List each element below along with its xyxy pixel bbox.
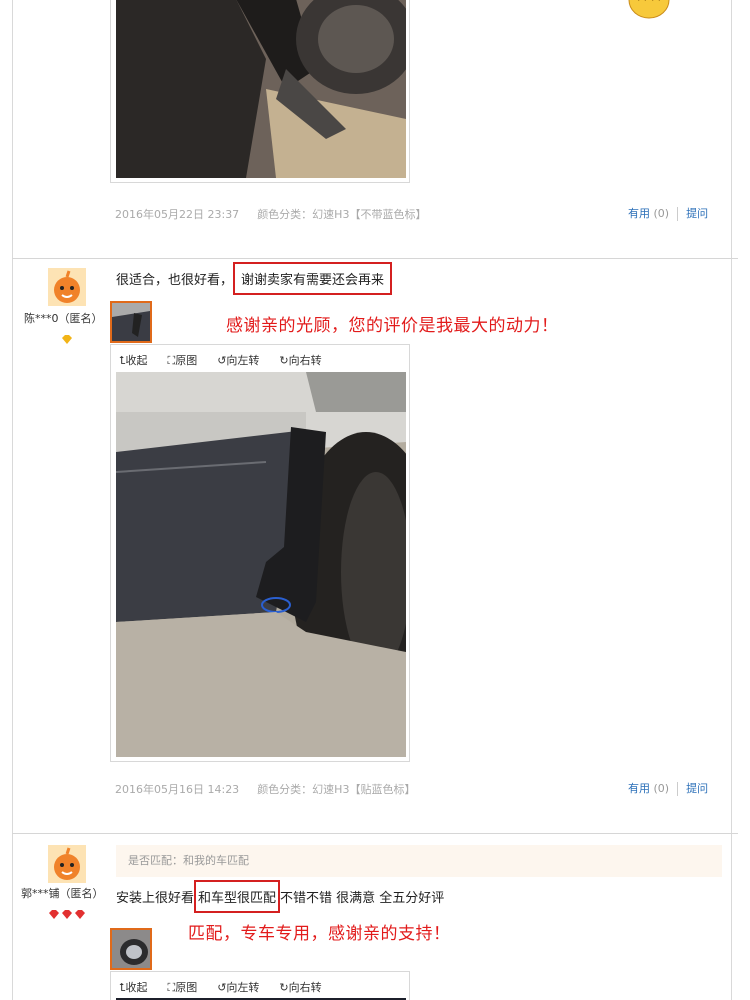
review-divider (12, 258, 738, 259)
original-image-button[interactable]: ⛶原图 (168, 354, 208, 367)
review-spec: 颜色分类：幻速H3【贴蓝色标】 (257, 783, 416, 796)
review-divider (12, 833, 738, 834)
review-photo-1[interactable] (110, 0, 410, 183)
collapse-button[interactable]: ⮤收起 (119, 981, 158, 994)
original-image-button[interactable]: ⛶原图 (168, 981, 208, 994)
left-border (12, 0, 13, 1000)
review-thumbnail[interactable] (110, 301, 152, 343)
useful-button[interactable]: 有用 (0) (628, 782, 669, 795)
review-page: 2016年05月22日 23:37 颜色分类：幻速H3【不带蓝色标】 有用 (0)… (0, 0, 750, 1000)
review-text-highlight: 和车型很匹配 (194, 880, 281, 913)
review-actions: 有用 (0) 提问 (628, 780, 708, 796)
right-border (731, 0, 732, 1000)
review-text-plain: 安装上很好看 (116, 891, 195, 906)
review-date: 2016年05月22日 23:37 (115, 208, 240, 221)
review-text-plain: 不错不错 很满意 全五分好评 (280, 891, 445, 906)
vip-diamonds-icon (48, 905, 88, 924)
useful-count: (0) (653, 207, 670, 220)
image-toolbar: ⮤收起 ⛶原图 ↺向左转 ↻向右转 (119, 352, 342, 368)
review-photo-expanded: ⮤收起 ⛶原图 ↺向左转 ↻向右转 (110, 971, 410, 1000)
review-thumbnail[interactable] (110, 928, 152, 970)
useful-label: 有用 (628, 207, 650, 220)
emoji-icon (626, 0, 672, 20)
mud-flap-photo (116, 372, 406, 757)
username: 郭***铺（匿名） (21, 887, 104, 900)
seller-reply-text: 感谢亲的光顾，您的评价是我最大的动力！ (226, 316, 559, 336)
ask-button[interactable]: 提问 (686, 782, 708, 795)
review-actions: 有用 (0) 提问 (628, 205, 708, 221)
useful-button[interactable]: 有用 (0) (628, 207, 669, 220)
review-text-plain: 很适合，也很好看， (116, 273, 234, 288)
collapse-button[interactable]: ⮤收起 (119, 354, 158, 367)
review-spec: 颜色分类：幻速H3【不带蓝色标】 (257, 208, 427, 221)
rotate-left-button[interactable]: ↺向左转 (217, 354, 269, 367)
ask-button[interactable]: 提问 (686, 207, 708, 220)
review-photo-2[interactable] (116, 372, 406, 757)
car-wheel-photo (116, 0, 406, 178)
review-text: 安装上很好看 和车型很匹配 不错不错 很满意 全五分好评 (116, 880, 444, 913)
review-meta: 2016年05月16日 14:23 颜色分类：幻速H3【贴蓝色标】 (115, 781, 415, 797)
review-meta: 2016年05月22日 23:37 颜色分类：幻速H3【不带蓝色标】 (115, 206, 426, 222)
review-date: 2016年05月16日 14:23 (115, 783, 240, 796)
useful-label: 有用 (628, 782, 650, 795)
rotate-right-button[interactable]: ↻向右转 (279, 981, 331, 994)
username: 陈***0（匿名） (24, 312, 103, 325)
review-text: 很适合，也很好看， 谢谢卖家有需要还会再来 (116, 262, 393, 295)
image-toolbar: ⮤收起 ⛶原图 ↺向左转 ↻向右转 (119, 979, 342, 995)
rotate-right-button[interactable]: ↻向右转 (279, 354, 331, 367)
avatar[interactable] (48, 268, 86, 306)
rotate-left-button[interactable]: ↺向左转 (217, 981, 269, 994)
review-photo-expanded: ⮤收起 ⛶原图 ↺向左转 ↻向右转 (110, 344, 410, 762)
seller-reply-text: 匹配，专车专用，感谢亲的支持！ (188, 924, 451, 944)
useful-count: (0) (653, 782, 670, 795)
review-text-highlight: 谢谢卖家有需要还会再来 (233, 262, 393, 295)
match-info-bar: 是否匹配：和我的车匹配 (116, 845, 722, 877)
vip-diamond-icon (61, 329, 73, 348)
avatar[interactable] (48, 845, 86, 883)
